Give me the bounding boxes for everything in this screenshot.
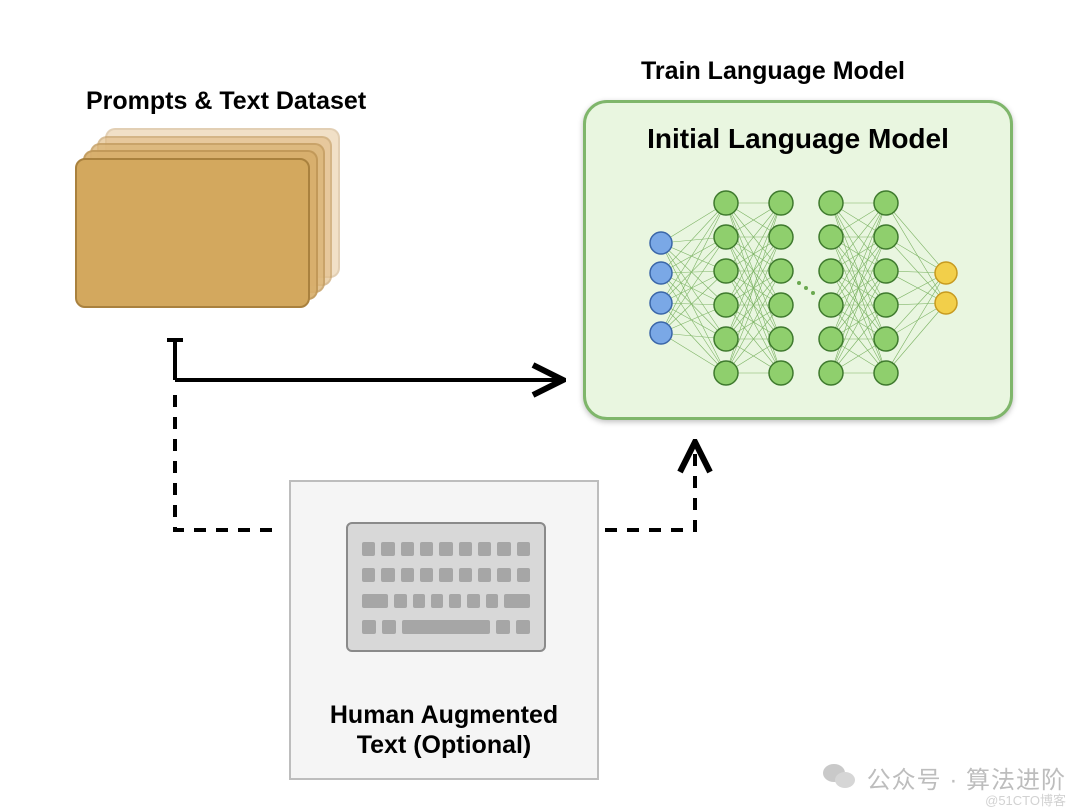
- train-label: Train Language Model: [641, 58, 905, 86]
- human-augmented-box: Human Augmented Text (Optional): [289, 480, 599, 780]
- neural-network-icon: [631, 173, 971, 403]
- keyboard-icon: [346, 522, 546, 652]
- augmented-label: Human Augmented Text (Optional): [291, 700, 597, 760]
- wechat-icon: [823, 764, 857, 792]
- dataset-stack-icon: [75, 128, 340, 308]
- model-box: Initial Language Model: [583, 100, 1013, 420]
- model-title: Initial Language Model: [586, 123, 1010, 155]
- dataset-label: Prompts & Text Dataset: [86, 88, 366, 116]
- watermark-sub: @51CTO博客: [985, 790, 1066, 809]
